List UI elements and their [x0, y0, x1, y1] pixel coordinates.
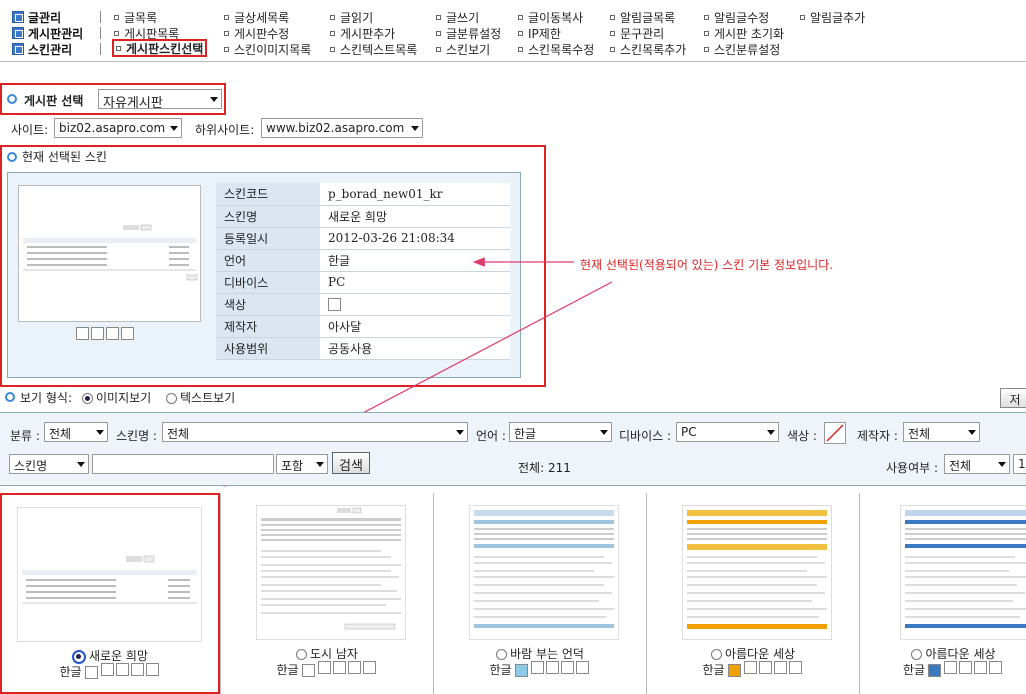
skin-thumbnail: [256, 505, 406, 640]
skin-tools: 한글: [2, 663, 218, 680]
color-swatch: [84, 666, 98, 679]
skin-card[interactable]: 새로운 희망 한글: [0, 493, 220, 694]
color-swatch: [514, 664, 528, 677]
category-filter-label: 분류 :: [10, 429, 40, 443]
skin-preview-image: [474, 510, 614, 628]
view-type-label: 보기 형식:: [20, 391, 73, 405]
color-swatch: [301, 664, 315, 677]
category-filter-dropdown[interactable]: 전체: [44, 422, 108, 442]
skin-thumbnail: [900, 505, 1026, 640]
zoom-icon[interactable]: [530, 661, 544, 674]
total-count: 전체: 211: [518, 461, 571, 475]
chevron-down-icon: [316, 462, 324, 467]
document-icon[interactable]: [145, 663, 159, 676]
search-field-dropdown[interactable]: 스킨명: [9, 454, 89, 474]
skin-preview-image: [22, 555, 197, 604]
view-image-option[interactable]: 이미지보기: [82, 389, 151, 406]
radio-icon: [296, 649, 307, 660]
copy-icon[interactable]: [115, 663, 129, 676]
copy-icon[interactable]: [545, 661, 559, 674]
skin-name[interactable]: 도시 남자: [221, 645, 433, 662]
match-type-dropdown[interactable]: 포함: [276, 454, 328, 474]
use-filter-dropdown[interactable]: 전체: [944, 454, 1010, 474]
view-text-option[interactable]: 텍스트보기: [166, 389, 235, 406]
save-button[interactable]: 저: [1000, 388, 1026, 408]
skin-preview-image: [905, 510, 1026, 628]
skin-grid: 새로운 희망 한글 도시 남자 한글 바람 부는 언덕 한글 아름다운 세상 한…: [0, 493, 1026, 694]
skin-name[interactable]: 새로운 희망: [2, 647, 218, 664]
color-picker[interactable]: [824, 422, 846, 444]
search-input[interactable]: [92, 454, 274, 474]
chevron-down-icon: [96, 430, 104, 435]
zoom-icon[interactable]: [100, 663, 114, 676]
radio-icon: [496, 649, 508, 660]
maker-filter-label: 제작자 :: [857, 429, 898, 443]
skin-tools: 한글: [647, 661, 859, 678]
download-icon[interactable]: [347, 661, 361, 674]
chevron-down-icon: [998, 462, 1006, 467]
use-filter-label: 사용여부 :: [886, 461, 939, 475]
skin-tools: 한글: [870, 661, 1026, 678]
skin-name-filter-dropdown[interactable]: 전체: [162, 422, 468, 442]
skin-thumbnail: [17, 507, 202, 642]
copy-icon[interactable]: [959, 661, 973, 674]
chevron-down-icon: [600, 430, 608, 435]
skin-card[interactable]: 아름다운 세상 한글: [646, 493, 859, 694]
search-button[interactable]: 검색: [332, 452, 370, 474]
zoom-icon[interactable]: [743, 661, 757, 674]
zoom-icon[interactable]: [944, 661, 958, 674]
page-size-dropdown[interactable]: 1: [1013, 454, 1026, 474]
radio-selected-icon: [82, 393, 93, 404]
annotation-text: 현재 선택된(적용되어 있는) 스킨 기본 정보입니다.: [580, 258, 834, 272]
skin-name[interactable]: 바람 부는 언덕: [434, 645, 646, 662]
document-icon[interactable]: [788, 661, 802, 674]
skin-name[interactable]: 아름다운 세상: [647, 645, 859, 662]
radio-icon: [911, 649, 923, 660]
skin-name[interactable]: 아름다운 세상: [870, 645, 1026, 662]
radio-icon: [710, 649, 722, 660]
filter-bar: 분류 : 전체 스킨명 : 전체 언어 : 한글 디바이스 : PC 색상 : …: [0, 412, 1026, 486]
no-color-icon: [826, 424, 844, 442]
document-icon[interactable]: [362, 661, 376, 674]
skin-card[interactable]: 도시 남자 한글: [220, 493, 433, 694]
chevron-down-icon: [77, 462, 85, 467]
skin-preview-image: [261, 507, 401, 630]
skin-thumbnail: [469, 505, 619, 640]
copy-icon[interactable]: [758, 661, 772, 674]
skin-name-filter-label: 스킨명 :: [116, 429, 157, 443]
radio-icon: [166, 393, 177, 404]
download-icon[interactable]: [974, 661, 988, 674]
skin-tools: 한글: [434, 661, 646, 678]
color-swatch: [727, 664, 741, 677]
download-icon[interactable]: [130, 663, 144, 676]
language-filter-dropdown[interactable]: 한글: [509, 422, 612, 442]
skin-tools: 한글: [221, 661, 433, 678]
skin-preview-image: [687, 510, 827, 629]
device-filter-label: 디바이스 :: [619, 429, 672, 443]
color-filter-label: 색상 :: [787, 429, 817, 443]
language-filter-label: 언어 :: [476, 429, 506, 443]
zoom-icon[interactable]: [317, 661, 331, 674]
copy-icon[interactable]: [332, 661, 346, 674]
download-icon[interactable]: [560, 661, 574, 674]
chevron-down-icon: [456, 430, 464, 435]
radio-selected-icon: [71, 649, 86, 664]
skin-card[interactable]: 아름다운 세상 한글: [859, 493, 1026, 694]
device-filter-dropdown[interactable]: PC: [676, 422, 779, 442]
color-swatch: [928, 664, 942, 677]
maker-filter-dropdown[interactable]: 전체: [903, 422, 980, 442]
chevron-down-icon: [968, 430, 976, 435]
bullet-icon: [5, 392, 15, 402]
chevron-down-icon: [767, 430, 775, 435]
document-icon[interactable]: [575, 661, 589, 674]
document-icon[interactable]: [989, 661, 1003, 674]
skin-thumbnail: [682, 505, 832, 640]
skin-card[interactable]: 바람 부는 언덕 한글: [433, 493, 646, 694]
download-icon[interactable]: [773, 661, 787, 674]
